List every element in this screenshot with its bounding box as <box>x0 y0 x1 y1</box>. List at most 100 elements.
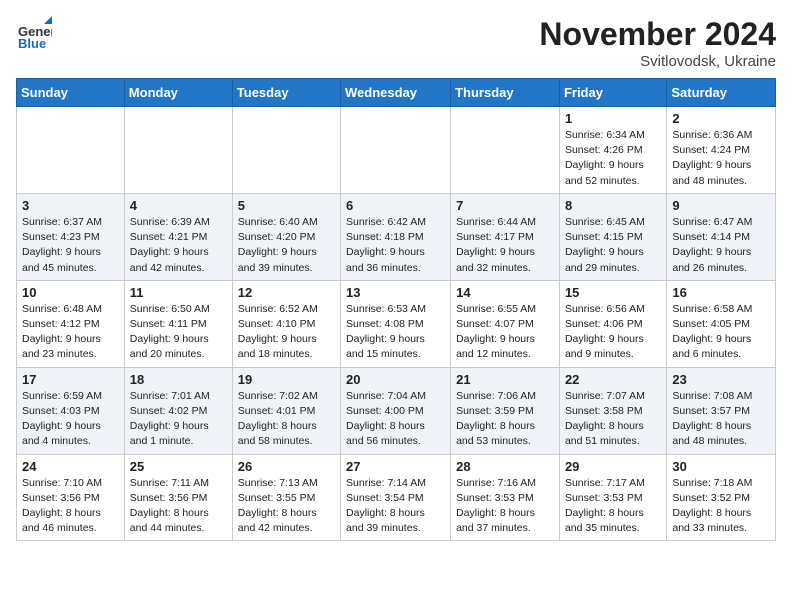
day-number: 3 <box>22 198 119 213</box>
day-info: Sunrise: 6:34 AM Sunset: 4:26 PM Dayligh… <box>565 128 661 189</box>
day-info: Sunrise: 6:52 AM Sunset: 4:10 PM Dayligh… <box>238 302 335 363</box>
table-row: 19 Sunrise: 7:02 AM Sunset: 4:01 PM Dayli… <box>232 367 340 454</box>
month-year: November 2024 <box>539 16 776 53</box>
table-row: 6Sunrise: 6:42 AM Sunset: 4:18 PM Daylig… <box>341 193 451 280</box>
col-friday: Friday <box>559 79 666 107</box>
day-number: 18 <box>130 372 227 387</box>
calendar-table: Sunday Monday Tuesday Wednesday Thursday… <box>16 78 776 541</box>
day-info: Sunrise: 6:39 AM Sunset: 4:21 PM Dayligh… <box>130 215 227 276</box>
table-row <box>124 107 232 194</box>
table-row: 18Sunrise: 7:01 AM Sunset: 4:02 PM Dayli… <box>124 367 232 454</box>
table-row: 21 Sunrise: 7:06 AM Sunset: 3:59 PM Dayli… <box>451 367 560 454</box>
table-row <box>451 107 560 194</box>
day-info: Sunrise: 7:10 AM Sunset: 3:56 PM Dayligh… <box>22 476 119 537</box>
table-row: 29Sunrise: 7:17 AM Sunset: 3:53 PM Dayli… <box>559 454 666 541</box>
day-info: Sunrise: 6:48 AM Sunset: 4:12 PM Dayligh… <box>22 302 119 363</box>
table-row: 23 Sunrise: 7:08 AM Sunset: 3:57 PM Dayli… <box>667 367 776 454</box>
table-row: 25 Sunrise: 7:11 AM Sunset: 3:56 PM Dayli… <box>124 454 232 541</box>
day-number: 1 <box>565 111 661 126</box>
day-info: Sunrise: 7:11 AM Sunset: 3:56 PM Dayligh… <box>130 476 227 537</box>
day-info: Sunrise: 6:44 AM Sunset: 4:17 PM Dayligh… <box>456 215 554 276</box>
day-info: Sunrise: 7:08 AM Sunset: 3:57 PM Dayligh… <box>672 389 770 450</box>
day-number: 11 <box>130 285 227 300</box>
table-row: 13Sunrise: 6:53 AM Sunset: 4:08 PM Dayli… <box>341 280 451 367</box>
col-monday: Monday <box>124 79 232 107</box>
day-info: Sunrise: 6:40 AM Sunset: 4:20 PM Dayligh… <box>238 215 335 276</box>
day-number: 22 <box>565 372 661 387</box>
table-row: 24 Sunrise: 7:10 AM Sunset: 3:56 PM Dayli… <box>17 454 125 541</box>
table-row: 4Sunrise: 6:39 AM Sunset: 4:21 PM Daylig… <box>124 193 232 280</box>
day-number: 9 <box>672 198 770 213</box>
table-row: 22 Sunrise: 7:07 AM Sunset: 3:58 PM Dayli… <box>559 367 666 454</box>
day-number: 2 <box>672 111 770 126</box>
day-info: Sunrise: 6:56 AM Sunset: 4:06 PM Dayligh… <box>565 302 661 363</box>
table-row: 5 Sunrise: 6:40 AM Sunset: 4:20 PM Daylig… <box>232 193 340 280</box>
location: Svitlovodsk, Ukraine <box>539 53 776 70</box>
day-number: 7 <box>456 198 554 213</box>
day-number: 15 <box>565 285 661 300</box>
col-wednesday: Wednesday <box>341 79 451 107</box>
table-row <box>17 107 125 194</box>
day-number: 16 <box>672 285 770 300</box>
day-number: 25 <box>130 459 227 474</box>
day-number: 17 <box>22 372 119 387</box>
day-info: Sunrise: 6:37 AM Sunset: 4:23 PM Dayligh… <box>22 215 119 276</box>
day-info: Sunrise: 6:59 AM Sunset: 4:03 PM Dayligh… <box>22 389 119 450</box>
day-number: 5 <box>238 198 335 213</box>
table-row: 3 Sunrise: 6:37 AM Sunset: 4:23 PM Daylig… <box>17 193 125 280</box>
day-info: Sunrise: 6:55 AM Sunset: 4:07 PM Dayligh… <box>456 302 554 363</box>
day-number: 30 <box>672 459 770 474</box>
page-header: General Blue November 2024 Svitlovodsk, … <box>16 16 776 70</box>
day-info: Sunrise: 6:45 AM Sunset: 4:15 PM Dayligh… <box>565 215 661 276</box>
day-number: 26 <box>238 459 335 474</box>
day-number: 21 <box>456 372 554 387</box>
table-row: 11 Sunrise: 6:50 AM Sunset: 4:11 PM Dayli… <box>124 280 232 367</box>
table-row: 17 Sunrise: 6:59 AM Sunset: 4:03 PM Dayli… <box>17 367 125 454</box>
day-number: 20 <box>346 372 445 387</box>
table-row: 7 Sunrise: 6:44 AM Sunset: 4:17 PM Daylig… <box>451 193 560 280</box>
table-row: 8 Sunrise: 6:45 AM Sunset: 4:15 PM Daylig… <box>559 193 666 280</box>
day-info: Sunrise: 7:13 AM Sunset: 3:55 PM Dayligh… <box>238 476 335 537</box>
table-row: 26 Sunrise: 7:13 AM Sunset: 3:55 PM Dayli… <box>232 454 340 541</box>
day-info: Sunrise: 6:58 AM Sunset: 4:05 PM Dayligh… <box>672 302 770 363</box>
svg-text:Blue: Blue <box>18 36 46 51</box>
day-info: Sunrise: 7:06 AM Sunset: 3:59 PM Dayligh… <box>456 389 554 450</box>
day-info: Sunrise: 6:47 AM Sunset: 4:14 PM Dayligh… <box>672 215 770 276</box>
table-row: 10 Sunrise: 6:48 AM Sunset: 4:12 PM Dayli… <box>17 280 125 367</box>
col-sunday: Sunday <box>17 79 125 107</box>
day-number: 24 <box>22 459 119 474</box>
day-info: Sunrise: 6:50 AM Sunset: 4:11 PM Dayligh… <box>130 302 227 363</box>
day-number: 8 <box>565 198 661 213</box>
col-saturday: Saturday <box>667 79 776 107</box>
table-row: 16 Sunrise: 6:58 AM Sunset: 4:05 PM Dayli… <box>667 280 776 367</box>
day-info: Sunrise: 7:02 AM Sunset: 4:01 PM Dayligh… <box>238 389 335 450</box>
day-number: 28 <box>456 459 554 474</box>
calendar-header-row: Sunday Monday Tuesday Wednesday Thursday… <box>17 79 776 107</box>
day-number: 13 <box>346 285 445 300</box>
table-row: 9 Sunrise: 6:47 AM Sunset: 4:14 PM Daylig… <box>667 193 776 280</box>
table-row: 20 Sunrise: 7:04 AM Sunset: 4:00 PM Dayli… <box>341 367 451 454</box>
col-tuesday: Tuesday <box>232 79 340 107</box>
calendar-week-row: 1 Sunrise: 6:34 AM Sunset: 4:26 PM Daylig… <box>17 107 776 194</box>
logo: General Blue <box>16 16 52 52</box>
day-number: 27 <box>346 459 445 474</box>
day-info: Sunrise: 7:14 AM Sunset: 3:54 PM Dayligh… <box>346 476 445 537</box>
table-row <box>341 107 451 194</box>
day-info: Sunrise: 7:04 AM Sunset: 4:00 PM Dayligh… <box>346 389 445 450</box>
day-number: 14 <box>456 285 554 300</box>
calendar-week-row: 24 Sunrise: 7:10 AM Sunset: 3:56 PM Dayli… <box>17 454 776 541</box>
table-row: 2Sunrise: 6:36 AM Sunset: 4:24 PM Daylig… <box>667 107 776 194</box>
calendar-week-row: 10 Sunrise: 6:48 AM Sunset: 4:12 PM Dayli… <box>17 280 776 367</box>
day-number: 19 <box>238 372 335 387</box>
table-row: 1 Sunrise: 6:34 AM Sunset: 4:26 PM Daylig… <box>559 107 666 194</box>
day-number: 23 <box>672 372 770 387</box>
day-info: Sunrise: 7:16 AM Sunset: 3:53 PM Dayligh… <box>456 476 554 537</box>
table-row: 14 Sunrise: 6:55 AM Sunset: 4:07 PM Dayli… <box>451 280 560 367</box>
day-info: Sunrise: 7:17 AM Sunset: 3:53 PM Dayligh… <box>565 476 661 537</box>
calendar-week-row: 3 Sunrise: 6:37 AM Sunset: 4:23 PM Daylig… <box>17 193 776 280</box>
day-info: Sunrise: 7:07 AM Sunset: 3:58 PM Dayligh… <box>565 389 661 450</box>
day-number: 12 <box>238 285 335 300</box>
day-number: 10 <box>22 285 119 300</box>
table-row <box>232 107 340 194</box>
table-row: 28 Sunrise: 7:16 AM Sunset: 3:53 PM Dayli… <box>451 454 560 541</box>
